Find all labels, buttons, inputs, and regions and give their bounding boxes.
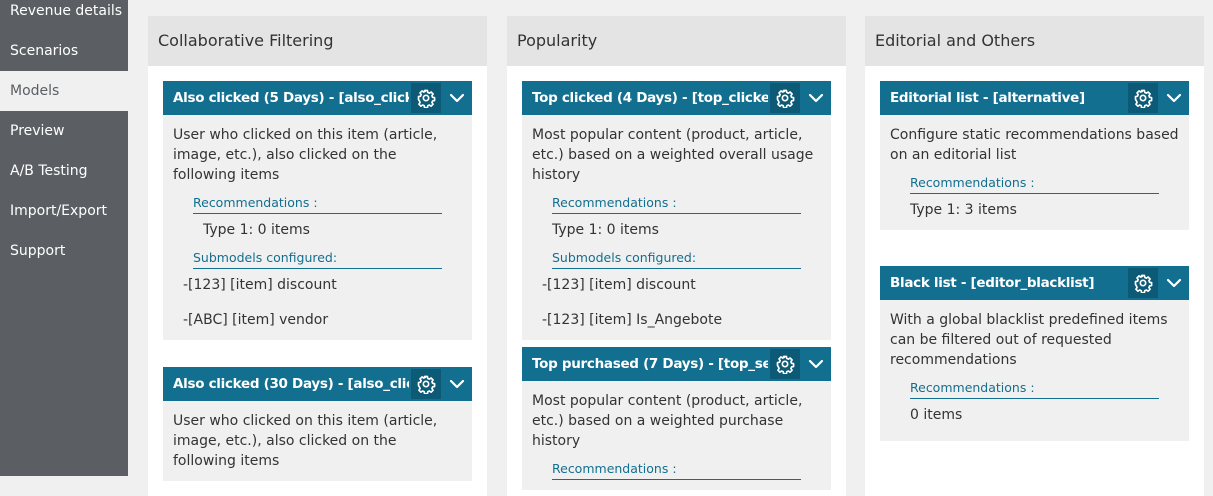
settings-button[interactable] [411,83,441,113]
card-body: Most popular content (product, article, … [522,381,831,490]
column-popularity: Popularity Top clicked (4 Days) - [top_c… [507,16,846,496]
submodels-label: Submodels configured: [193,250,442,269]
card-title[interactable]: Also clicked (5 Days) - [also_clicked] [173,81,409,115]
collapse-button[interactable] [1160,268,1188,298]
recommendations-value: Type 1: 3 items [910,202,1017,218]
submodel-item: -[123] [item] discount [183,277,337,293]
card-description: Most popular content (product, article, … [532,393,803,449]
card-description: User who clicked on this item (article, … [173,413,438,469]
card-description: Configure static recommendations based o… [890,127,1179,163]
submodels-label: Submodels configured: [552,250,801,269]
card-body: Most popular content (product, article, … [522,115,831,340]
gear-icon [1134,274,1153,293]
model-card-top-clicked: Top clicked (4 Days) - [top_clicked] Mos… [522,81,831,340]
card-title[interactable]: Editorial list - [alternative] [890,81,1126,115]
card-header: Black list - [editor_blacklist] [880,266,1189,300]
sidebar-item-revenue-details[interactable]: Revenue details [0,0,128,31]
gear-icon [417,375,436,394]
submodel-item: -[123] [item] Is_Angebote [542,312,723,328]
chevron-down-icon [449,379,465,389]
sidebar-item-support[interactable]: Support [0,231,128,271]
column-title: Editorial and Others [865,16,1204,66]
gear-icon [1134,89,1153,108]
collapse-button[interactable] [802,349,830,379]
sidebar-item-models[interactable]: Models [0,71,128,111]
model-card-top-purchased: Top purchased (7 Days) - [top_selling Mo… [522,347,831,490]
chevron-down-icon [1166,278,1182,288]
card-title[interactable]: Black list - [editor_blacklist] [890,266,1126,300]
settings-button[interactable] [770,349,800,379]
sidebar-item-ab-testing[interactable]: A/B Testing [0,151,128,191]
card-title[interactable]: Top clicked (4 Days) - [top_clicked] [532,81,768,115]
recommendations-label: Recommendations : [910,175,1159,194]
column-collaborative-filtering: Collaborative Filtering Also clicked (5 … [148,16,487,496]
recommendations-label: Recommendations : [193,195,442,214]
collapse-button[interactable] [443,369,471,399]
gear-icon [776,355,795,374]
card-header: Also clicked (5 Days) - [also_clicked] [163,81,472,115]
card-header: Editorial list - [alternative] [880,81,1189,115]
gear-icon [417,89,436,108]
card-header: Top clicked (4 Days) - [top_clicked] [522,81,831,115]
settings-button[interactable] [770,83,800,113]
model-card-also-clicked-30: Also clicked (30 Days) - [also_clicked3 … [163,367,472,481]
collapse-button[interactable] [802,83,830,113]
model-card-also-clicked-5: Also clicked (5 Days) - [also_clicked] U… [163,81,472,340]
recommendations-value: 0 items [910,407,963,423]
recommendations-label: Recommendations : [910,380,1159,399]
recommendations-value: Type 1: 0 items [552,222,659,238]
chevron-down-icon [808,93,824,103]
card-title[interactable]: Also clicked (30 Days) - [also_clicked3 [173,367,409,401]
card-body: With a global blacklist predefined items… [880,300,1189,441]
model-card-editorial-list: Editorial list - [alternative] Configure… [880,81,1189,230]
chevron-down-icon [449,93,465,103]
column-title: Collaborative Filtering [148,16,487,66]
model-card-black-list: Black list - [editor_blacklist] With a g… [880,266,1189,441]
settings-button[interactable] [1128,83,1158,113]
card-header: Also clicked (30 Days) - [also_clicked3 [163,367,472,401]
card-body: Configure static recommendations based o… [880,115,1189,230]
collapse-button[interactable] [443,83,471,113]
card-description: Most popular content (product, article, … [532,127,814,183]
card-title[interactable]: Top purchased (7 Days) - [top_selling [532,347,768,381]
submodel-item: -[123] [item] discount [542,277,696,293]
settings-button[interactable] [411,369,441,399]
sidebar-item-import-export[interactable]: Import/Export [0,191,128,231]
collapse-button[interactable] [1160,83,1188,113]
chevron-down-icon [1166,93,1182,103]
gear-icon [776,89,795,108]
column-editorial-and-others: Editorial and Others Editorial list - [a… [865,16,1204,496]
card-body: User who clicked on this item (article, … [163,115,472,340]
settings-button[interactable] [1128,268,1158,298]
card-body: User who clicked on this item (article, … [163,401,472,481]
chevron-down-icon [808,359,824,369]
card-description: With a global blacklist predefined items… [890,312,1168,368]
submodel-item: -[ABC] [item] vendor [183,312,329,328]
recommendations-label: Recommendations : [552,461,801,480]
recommendations-value: Type 1: 0 items [203,222,310,238]
column-title: Popularity [507,16,846,66]
card-description: User who clicked on this item (article, … [173,127,438,183]
card-header: Top purchased (7 Days) - [top_selling [522,347,831,381]
recommendations-label: Recommendations : [552,195,801,214]
sidebar: Revenue details Scenarios Models Preview… [0,0,128,476]
sidebar-item-scenarios[interactable]: Scenarios [0,31,128,71]
sidebar-item-preview[interactable]: Preview [0,111,128,151]
